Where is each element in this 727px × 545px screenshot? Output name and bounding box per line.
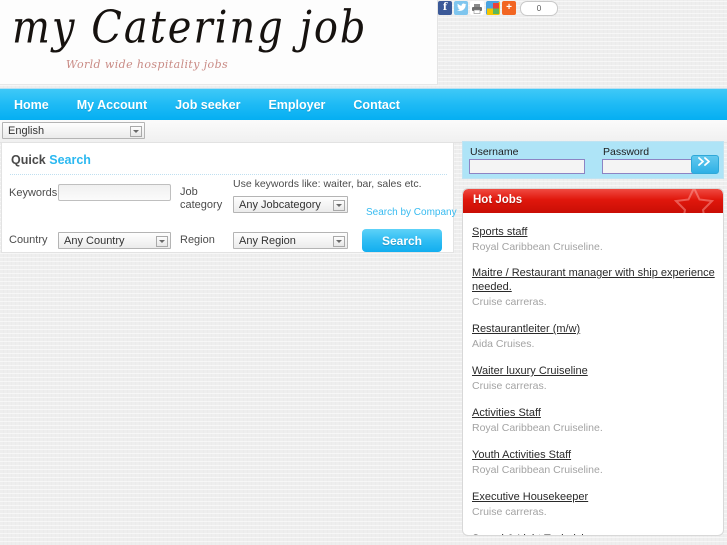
region-select-wrapper: Any Region [233, 232, 348, 249]
logo[interactable]: my Catering job World wide hospitality j… [0, 0, 438, 85]
country-select[interactable]: Any Country [58, 232, 171, 249]
username-input[interactable] [469, 159, 585, 174]
job-company: Royal Caribbean Cruiseline. [472, 464, 603, 476]
print-icon[interactable] [470, 1, 484, 15]
logo-tagline: World wide hospitality jobs [66, 58, 229, 71]
job-title-link[interactable]: Maitre / Restaurant manager with ship ex… [472, 266, 723, 294]
password-label: Password [603, 146, 650, 158]
double-chevron-right-icon [698, 157, 710, 166]
job-title-link[interactable]: Activities Staff [472, 406, 541, 420]
language-bar: English [0, 120, 727, 143]
list-item: Executive Housekeeper Cruise carreras. [463, 489, 723, 519]
jobcategory-select-wrapper: Any Jobcategory [233, 196, 348, 213]
region-select[interactable]: Any Region [233, 232, 348, 249]
nav-item-contact[interactable]: Contact [339, 98, 414, 112]
star-icon [673, 189, 715, 213]
logo-wordmark: my Catering job [12, 2, 368, 54]
language-select-wrapper: English [2, 122, 145, 139]
main-navigation: Home My Account Job seeker Employer Cont… [0, 88, 727, 121]
login-panel: Username Password [462, 141, 724, 179]
list-item: Youth Activities Staff Royal Caribbean C… [463, 447, 723, 477]
job-title-link[interactable]: Youth Activities Staff [472, 448, 571, 462]
keywords-hint: Use keywords like: waiter, bar, sales et… [233, 178, 422, 190]
list-item: Sound & Light Technicians Royal Caribbea… [463, 531, 723, 535]
language-select[interactable]: English [2, 122, 145, 139]
username-label: Username [470, 146, 519, 158]
addthis-icon[interactable]: + [502, 1, 516, 15]
job-title-link[interactable]: Sports staff [472, 225, 527, 239]
job-company: Aida Cruises. [472, 338, 535, 350]
nav-item-employer[interactable]: Employer [254, 98, 339, 112]
country-label: Country [9, 234, 48, 246]
job-title-link[interactable]: Executive Housekeeper [472, 490, 588, 504]
search-button[interactable]: Search [362, 229, 442, 252]
share-icon[interactable] [486, 1, 500, 15]
job-company: Cruise carreras. [472, 296, 547, 308]
jobcategory-label: Job category [180, 186, 223, 211]
nav-item-my-account[interactable]: My Account [63, 98, 161, 112]
country-select-wrapper: Any Country [58, 232, 171, 249]
quick-search-title-part1: Quick [11, 153, 46, 167]
search-by-company-link[interactable]: Search by Company [366, 207, 457, 218]
share-count-badge: 0 [520, 0, 558, 16]
keywords-label: Keywords [9, 187, 58, 199]
facebook-icon[interactable]: f [438, 1, 452, 15]
list-item: Sports staff Royal Caribbean Cruiseline. [463, 224, 723, 254]
twitter-icon[interactable] [454, 1, 468, 15]
list-item: Restaurantleiter (m/w) Aida Cruises. [463, 321, 723, 351]
hot-jobs-header: Hot Jobs [463, 189, 723, 213]
quick-search-title-part2: Search [49, 153, 91, 167]
divider [10, 174, 447, 175]
hot-jobs-list: Sports staff Royal Caribbean Cruiseline.… [463, 213, 723, 535]
job-title-link[interactable]: Restaurantleiter (m/w) [472, 322, 580, 336]
keywords-input[interactable] [58, 184, 171, 201]
region-label: Region [180, 234, 215, 246]
list-item: Activities Staff Royal Caribbean Cruisel… [463, 405, 723, 435]
hot-jobs-panel: Hot Jobs Sports staff Royal Caribbean Cr… [462, 188, 724, 536]
job-title-link[interactable]: Waiter luxury Cruiseline [472, 364, 588, 378]
list-item: Maitre / Restaurant manager with ship ex… [463, 266, 723, 309]
nav-item-job-seeker[interactable]: Job seeker [161, 98, 254, 112]
site-header: my Catering job World wide hospitality j… [0, 0, 727, 86]
jobcategory-select[interactable]: Any Jobcategory [233, 196, 348, 213]
job-company: Royal Caribbean Cruiseline. [472, 422, 603, 434]
social-share-bar: f + 0 [437, 0, 558, 16]
login-submit-button[interactable] [691, 155, 719, 174]
job-company: Royal Caribbean Cruiseline. [472, 241, 603, 253]
nav-item-home[interactable]: Home [0, 98, 63, 112]
job-title-link[interactable]: Sound & Light Technicians [472, 532, 601, 535]
list-item: Waiter luxury Cruiseline Cruise carreras… [463, 363, 723, 393]
quick-search-title: Quick Search [11, 153, 91, 167]
job-company: Cruise carreras. [472, 506, 547, 518]
hot-jobs-title: Hot Jobs [473, 194, 523, 206]
job-company: Cruise carreras. [472, 380, 547, 392]
